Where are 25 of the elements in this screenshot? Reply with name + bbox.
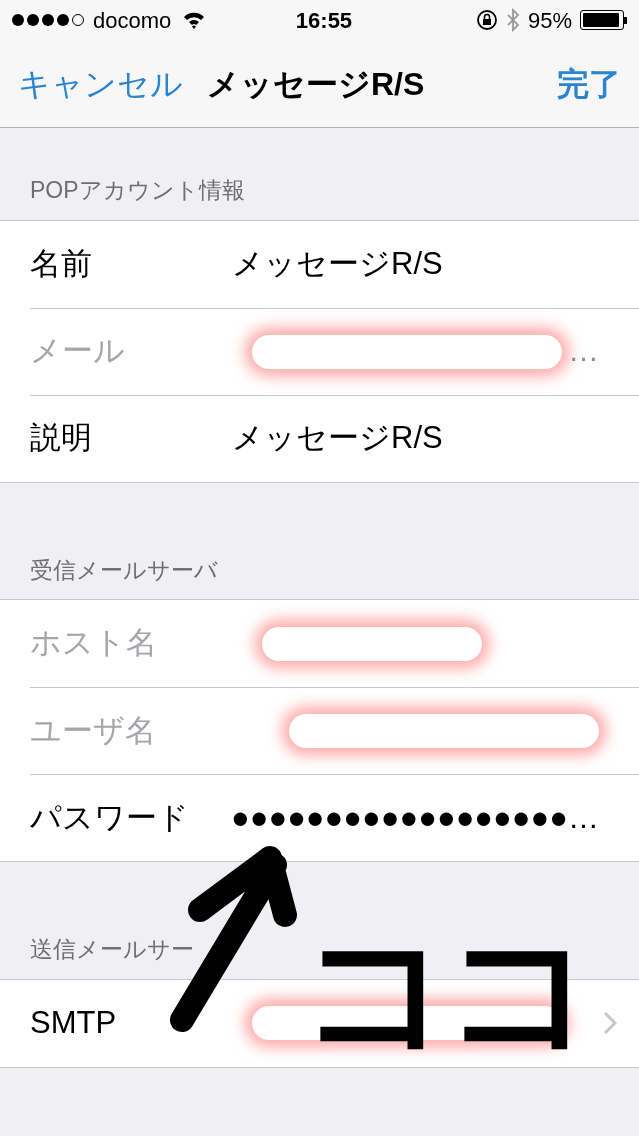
carrier-name: docomo bbox=[93, 6, 172, 35]
row-label: メール bbox=[30, 332, 126, 371]
row-value: … bbox=[568, 332, 599, 371]
row-label: パスワード bbox=[30, 798, 190, 837]
cancel-button[interactable]: キャンセル bbox=[18, 59, 183, 108]
section-header: 送信メールサー bbox=[30, 936, 194, 962]
row-label: ホスト名 bbox=[30, 624, 158, 663]
done-button[interactable]: 完了 bbox=[557, 59, 621, 108]
wifi-icon bbox=[182, 11, 207, 29]
row-value: メッセージR/S bbox=[232, 419, 443, 458]
row-label: ユーザ名 bbox=[30, 711, 157, 750]
section-header: 受信メールサーバ bbox=[30, 556, 218, 583]
handwritten-annotation: ココ bbox=[300, 915, 588, 1065]
section-header: POPアカウント情報 bbox=[30, 177, 245, 203]
rotation-lock-icon bbox=[475, 9, 498, 31]
battery-icon bbox=[580, 10, 627, 30]
clock-time: 16:55 bbox=[294, 6, 354, 35]
bluetooth-icon bbox=[505, 8, 520, 32]
nav-title: メッセージR/S bbox=[207, 64, 426, 104]
row-label: 説明 bbox=[30, 419, 93, 458]
row-label: 名前 bbox=[30, 244, 93, 283]
row-value: メッセージR/S bbox=[232, 244, 443, 283]
row-value: ●●●●●●●●●●●●●●●●●●… bbox=[230, 798, 599, 837]
row-label: SMTP bbox=[30, 1003, 118, 1042]
battery-percent: 95% bbox=[527, 6, 572, 35]
